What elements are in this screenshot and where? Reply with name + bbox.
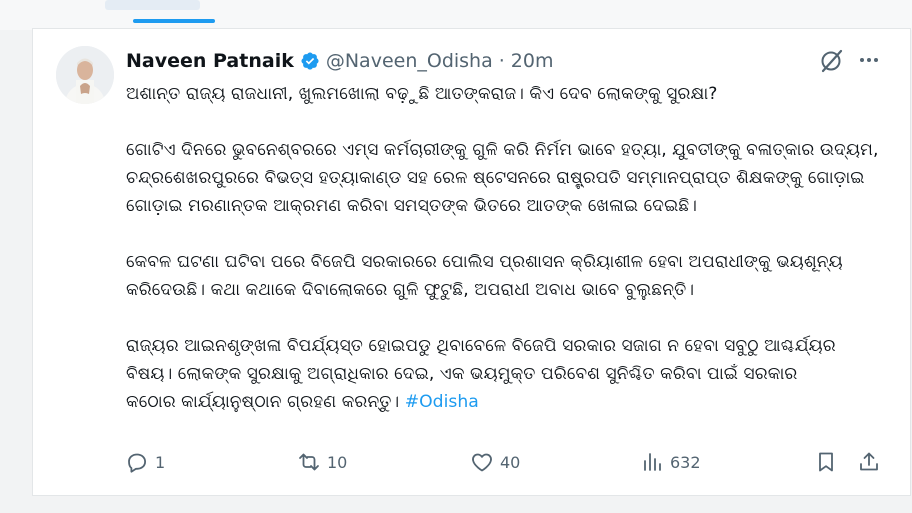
text-line: ଚନ୍ଦ୍ରଶେଖରପୁରରେ ବିଭତ୍ସ ହତ୍ୟାକାଣ୍ଡ ସହ ରେଳ… [126,168,865,188]
views-button[interactable]: 632 [640,449,701,475]
text-line: ଅଶାନ୍ତ ରାଜ୍ୟ ରାଜଧାନୀ, ଖୁଲମଖୋଲା ବଢ଼ୁଛି ଆତ… [126,84,718,104]
tweet-actions: 1 10 40 632 [125,449,895,475]
paragraph-2: ଗୋଟିଏ ଦିନରେ ଭୁବନେଶ୍ବରରେ ଏମ୍ସ କର୍ମଚାରୀଙ୍କ… [126,136,896,220]
text-line: ରାଜ୍ୟର ଆଇନଶୃଙ୍ଖଳା ବିପର୍ଯ୍ୟସ୍ତ ହୋଇପଡୁ ଥିବ… [126,336,836,356]
author-name[interactable]: Naveen Patnaik [126,50,294,72]
repost-count: 10 [327,452,348,472]
faded-tab [105,0,200,10]
bookmark-button[interactable] [814,449,838,475]
repost-button[interactable]: 10 [297,449,347,475]
paragraph-3: କେବଳ ଘଟଣା ଘଟିବା ପରେ ବିଜେପି ସରକାରରେ ପୋଲିସ… [126,248,896,304]
more-options-icon[interactable] [858,50,880,74]
paragraph-1: ଅଶାନ୍ତ ରାଜ୍ୟ ରାଜଧାନୀ, ଖୁଲମଖୋଲା ବଢ଼ୁଛି ଆତ… [126,80,896,108]
hashtag-link[interactable]: #Odisha [405,392,479,412]
like-count: 40 [500,452,521,472]
timestamp[interactable]: 20m [511,50,554,72]
top-navigation-bar [0,0,912,30]
bookmark-icon [819,452,833,472]
view-count: 632 [670,452,701,472]
avatar-image [56,46,114,104]
text-line: କେବଳ ଘଟଣା ଘଟିବା ପରେ ବିଜେପି ସରକାରରେ ପୋଲିସ… [126,252,843,272]
separator-dot: · [498,50,505,72]
text-line: ବିଷୟ। ଲୋକଙ୍କ ସୁରକ୍ଷାକୁ ଅଗ୍ରାଧିକାର ଦେଇ, ଏ… [126,364,798,384]
author-handle[interactable]: @Naveen_Odisha [326,50,493,72]
reply-icon [128,453,146,473]
text-line: ଗୋଟିଏ ଦିନରେ ଭୁବନେଶ୍ବରରେ ଏମ୍ସ କର୍ମଚାରୀଙ୍କ… [126,140,879,160]
avatar[interactable] [56,46,114,104]
text-line: ଗୋଡ଼ାଇ ମରଣାନ୍ତକ ଆକ୍ରମଣ କରିବା ସମସ୍ତଙ୍କ ଭି… [126,196,698,216]
text-line: କରିଦେଉଛି। କଥା କଥାକେ ଦିବାଲୋକରେ ଗୁଳି ଫୁଟୁଛ… [126,280,695,300]
reply-count: 1 [155,452,166,472]
analytics-icon [644,453,661,471]
text-line: କଠୋର କାର୍ଯ୍ୟାନୁଷ୍ଠାନ ଗ୍ରହଣ କରନ୍ତୁ। [126,392,400,412]
heart-icon [472,453,492,472]
share-button[interactable] [857,449,881,475]
grok-icon[interactable] [818,48,844,78]
tweet-body: ଅଶାନ୍ତ ରାଜ୍ୟ ରାଜଧାନୀ, ଖୁଲମଖୋଲା ବଢ଼ୁଛି ଆତ… [126,80,896,444]
active-tab-indicator [133,19,215,23]
share-icon [860,452,878,471]
paragraph-4: ରାଜ୍ୟର ଆଇନଶୃଙ୍ଖଳା ବିପର୍ଯ୍ୟସ୍ତ ହୋଇପଡୁ ଥିବ… [126,332,896,416]
like-button[interactable]: 40 [470,449,520,475]
reply-button[interactable]: 1 [125,449,165,475]
tweet-header: Naveen Patnaik @Naveen_Odisha · 20m [126,47,553,75]
repost-icon [299,453,319,471]
verified-badge-icon [300,51,320,71]
